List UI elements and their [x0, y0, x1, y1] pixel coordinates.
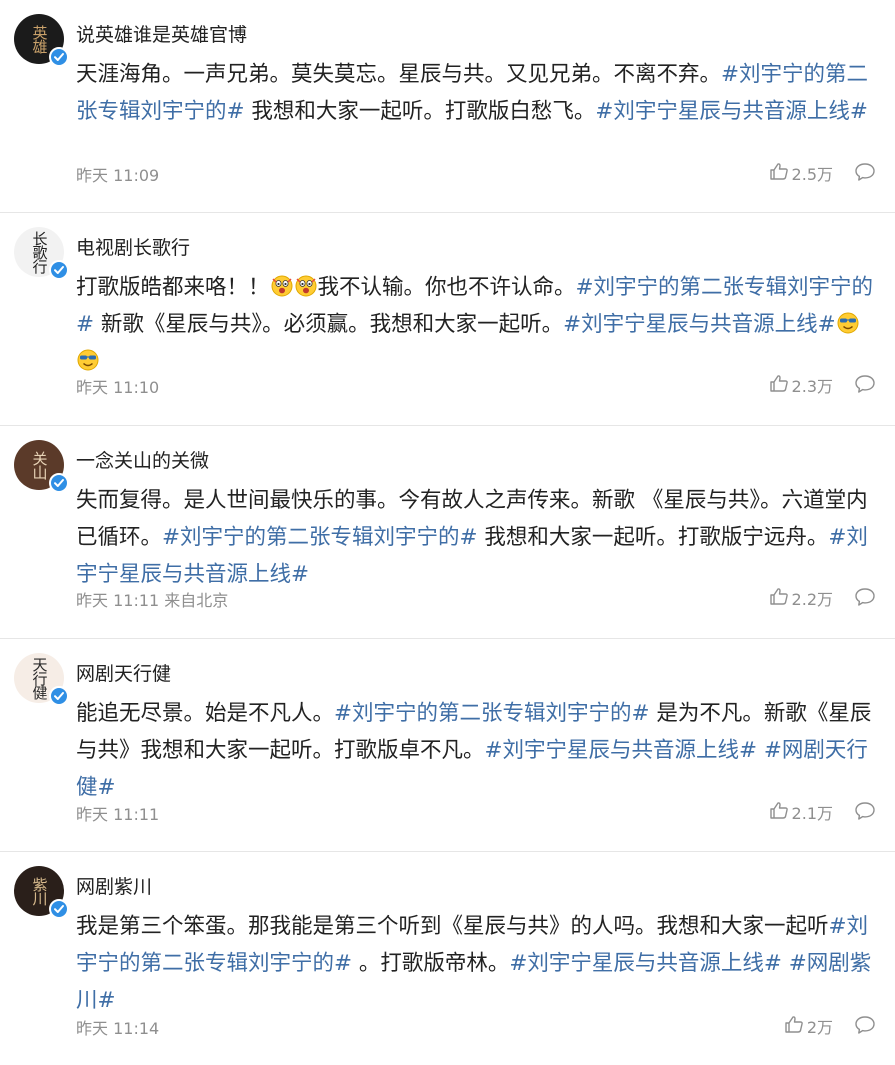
thumbs-up-icon — [769, 162, 789, 185]
text-segment: 我是第三个笨蛋。那我能是第三个听到《星辰与共》的人吗。我想和大家一起听 — [76, 914, 829, 939]
text-segment: 我想和大家一起听。打歌版宁远舟。 — [477, 525, 829, 550]
text-segment: 我想和大家一起听。打歌版白愁飞。 — [244, 99, 596, 124]
verified-badge-icon — [49, 473, 69, 493]
text-segment: 天涯海角。一声兄弟。莫失莫忘。星辰与共。又见兄弟。不离不弃。 — [76, 62, 722, 87]
avatar[interactable]: 天行健 — [14, 653, 69, 706]
username[interactable]: 一念关山的关微 — [76, 446, 209, 473]
cool-emoji-icon — [76, 346, 100, 371]
timestamp: 昨天 11:11 — [76, 805, 160, 824]
comment-meta: 昨天 11:10 — [76, 374, 159, 398]
text-segment: 。打歌版帝林。 — [352, 951, 510, 976]
cool-emoji-icon — [836, 309, 860, 334]
comment-meta: 昨天 11:09 — [76, 162, 159, 186]
comment-text: 失而复得。是人世间最快乐的事。今有故人之声传来。新歌 《星辰与共》。六道堂内已循… — [76, 482, 881, 593]
like-button[interactable]: 2万 — [784, 1014, 833, 1038]
comment-text: 能追无尽景。始是不凡人。#刘宇宁的第二张专辑刘宇宁的# 是为不凡。新歌《星辰与共… — [76, 695, 881, 806]
timestamp: 昨天 11:10 — [76, 378, 160, 397]
thumbs-up-icon — [769, 801, 789, 824]
timestamp: 昨天 11:11 — [76, 591, 160, 610]
location-label: 来自北京 — [164, 591, 229, 610]
comment-item: 长歌行 电视剧长歌行 打歌版皓都来咯！！ 我不认输。你也不许认命。#刘宇宁的第二张专辑… — [0, 213, 895, 426]
avatar[interactable]: 紫川 — [14, 866, 69, 919]
text-segment: 我不认输。你也不许认命。 — [317, 275, 576, 300]
like-count: 2万 — [806, 1018, 833, 1037]
comment-feed: 英雄 说英雄谁是英雄官博天涯海角。一声兄弟。莫失莫忘。星辰与共。又见兄弟。不离不弃… — [0, 0, 895, 1065]
hashtag-link[interactable]: #刘宇宁的第二张专辑刘宇宁的# — [162, 525, 478, 550]
comment-icon[interactable] — [853, 800, 877, 822]
timestamp: 昨天 11:09 — [76, 166, 160, 185]
shocked-emoji-icon — [270, 272, 294, 297]
like-button[interactable]: 2.5万 — [769, 161, 833, 185]
hashtag-link[interactable]: #刘宇宁的第二张专辑刘宇宁的# — [334, 701, 650, 726]
like-count: 2.2万 — [791, 590, 833, 609]
hashtag-link[interactable]: #刘宇宁星辰与共音源上线# — [509, 951, 782, 976]
username[interactable]: 电视剧长歌行 — [76, 233, 190, 260]
comment-item: 英雄 说英雄谁是英雄官博天涯海角。一声兄弟。莫失莫忘。星辰与共。又见兄弟。不离不弃… — [0, 0, 895, 213]
comment-text: 打歌版皓都来咯！！ 我不认输。你也不许认命。#刘宇宁的第二张专辑刘宇宁的# 新歌《… — [76, 269, 881, 380]
text-segment — [757, 738, 764, 763]
comment-meta: 昨天 11:11 — [76, 801, 159, 825]
avatar-text: 紫川 — [30, 877, 49, 905]
thumbs-up-icon — [769, 374, 789, 397]
verified-badge-icon — [49, 899, 69, 919]
like-button[interactable]: 2.2万 — [769, 586, 833, 610]
text-segment — [782, 951, 789, 976]
comment-meta: 昨天 11:14 — [76, 1015, 159, 1039]
comment-icon[interactable] — [853, 373, 877, 395]
comment-icon[interactable] — [853, 586, 877, 608]
like-button[interactable]: 2.1万 — [769, 800, 833, 824]
comment-item: 紫川 网剧紫川我是第三个笨蛋。那我能是第三个听到《星辰与共》的人吗。我想和大家一起… — [0, 852, 895, 1065]
like-count: 2.1万 — [791, 804, 833, 823]
text-segment: 能追无尽景。始是不凡人。 — [76, 701, 335, 726]
comment-text: 天涯海角。一声兄弟。莫失莫忘。星辰与共。又见兄弟。不离不弃。#刘宇宁的第二张专辑… — [76, 56, 881, 130]
thumbs-up-icon — [784, 1015, 804, 1038]
comment-icon[interactable] — [853, 1014, 877, 1036]
avatar-text: 英雄 — [30, 25, 49, 53]
username[interactable]: 网剧紫川 — [76, 872, 152, 899]
comment-item: 关山 一念关山的关微失而复得。是人世间最快乐的事。今有故人之声传来。新歌 《星辰与… — [0, 426, 895, 639]
hashtag-link[interactable]: #刘宇宁星辰与共音源上线# — [485, 738, 758, 763]
comment-text: 我是第三个笨蛋。那我能是第三个听到《星辰与共》的人吗。我想和大家一起听#刘宇宁的… — [76, 908, 881, 1019]
avatar-text: 关山 — [30, 451, 49, 479]
verified-badge-icon — [49, 47, 69, 67]
shocked-emoji-icon — [294, 272, 318, 297]
like-count: 2.5万 — [791, 165, 833, 184]
text-segment: 打歌版皓都来咯！！ — [76, 275, 270, 300]
verified-badge-icon — [49, 686, 69, 706]
avatar-text: 天行健 — [30, 657, 49, 699]
verified-badge-icon — [49, 260, 69, 280]
avatar[interactable]: 英雄 — [14, 14, 69, 67]
comment-icon[interactable] — [853, 161, 877, 183]
timestamp: 昨天 11:14 — [76, 1019, 160, 1038]
avatar[interactable]: 长歌行 — [14, 227, 69, 280]
avatar[interactable]: 关山 — [14, 440, 69, 493]
hashtag-link[interactable]: #刘宇宁星辰与共音源上线# — [595, 99, 868, 124]
hashtag-link[interactable]: #刘宇宁星辰与共音源上线# — [563, 312, 836, 337]
username[interactable]: 网剧天行健 — [76, 659, 171, 686]
text-segment: 新歌《星辰与共》。必须赢。我想和大家一起听。 — [94, 312, 564, 337]
comment-meta: 昨天 11:11 来自北京 — [76, 587, 228, 611]
avatar-text: 长歌行 — [30, 231, 49, 273]
thumbs-up-icon — [769, 587, 789, 610]
comment-item: 天行健 网剧天行健能追无尽景。始是不凡人。#刘宇宁的第二张专辑刘宇宁的# 是为不凡… — [0, 639, 895, 852]
like-count: 2.3万 — [791, 377, 833, 396]
like-button[interactable]: 2.3万 — [769, 373, 833, 397]
username[interactable]: 说英雄谁是英雄官博 — [76, 20, 247, 47]
